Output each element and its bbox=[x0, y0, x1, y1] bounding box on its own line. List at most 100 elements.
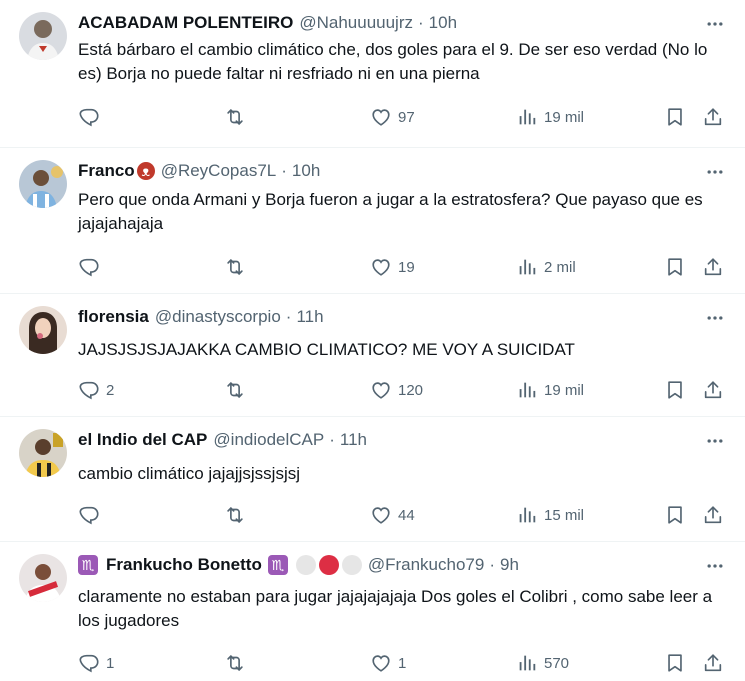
heart-icon bbox=[370, 504, 392, 526]
timestamp[interactable]: 10h bbox=[429, 13, 457, 33]
tweet[interactable]: ACABADAM POLENTEIRO @Nahuuuuujrz · 10h E… bbox=[0, 0, 745, 148]
share-button[interactable] bbox=[702, 105, 724, 129]
reply-button[interactable] bbox=[78, 255, 106, 279]
bookmark-button[interactable] bbox=[664, 651, 686, 675]
views-icon bbox=[516, 379, 538, 401]
view-count: 2 mil bbox=[544, 258, 576, 276]
separator: · bbox=[285, 307, 292, 326]
more-options-icon[interactable] bbox=[705, 556, 725, 576]
repost-icon bbox=[224, 256, 246, 278]
share-icon bbox=[702, 106, 724, 128]
tweet-text: JAJSJSJSJAJAKKA CAMBIO CLIMATICO? ME VOY… bbox=[78, 340, 575, 359]
views-icon bbox=[516, 652, 538, 674]
display-name[interactable]: Franco bbox=[78, 161, 135, 181]
timestamp[interactable]: 9h bbox=[500, 555, 519, 575]
more-options-icon[interactable] bbox=[705, 308, 725, 328]
display-name[interactable]: florensia bbox=[78, 307, 149, 327]
share-button[interactable] bbox=[702, 255, 724, 279]
tweet-text: Pero que onda Armani y Borja fueron a ju… bbox=[78, 190, 703, 233]
more-options-icon[interactable] bbox=[705, 431, 725, 451]
tweet[interactable]: Franco ᴥ @ReyCopas7L · 10h Pero que onda… bbox=[0, 148, 745, 294]
user-handle[interactable]: @Frankucho79 bbox=[368, 555, 485, 575]
views-button[interactable]: 15 mil bbox=[516, 503, 584, 527]
separator: · bbox=[329, 430, 335, 449]
more-options-icon[interactable] bbox=[705, 14, 725, 34]
repost-button[interactable] bbox=[224, 503, 252, 527]
avatar[interactable] bbox=[19, 554, 67, 602]
timestamp[interactable]: 10h bbox=[292, 161, 320, 181]
avatar[interactable] bbox=[19, 12, 67, 60]
reply-button[interactable]: 1 bbox=[78, 651, 114, 675]
tweet-text: cambio climático jajajjsjssjsjsj bbox=[78, 464, 300, 483]
repost-button[interactable] bbox=[224, 255, 252, 279]
reply-icon bbox=[78, 106, 100, 128]
repost-button[interactable] bbox=[224, 105, 252, 129]
share-button[interactable] bbox=[702, 378, 724, 402]
share-icon bbox=[702, 256, 724, 278]
repost-icon bbox=[224, 379, 246, 401]
action-bar: 19 2 mil bbox=[78, 255, 725, 279]
action-bar: 44 15 mil bbox=[78, 503, 725, 527]
views-button[interactable]: 570 bbox=[516, 651, 569, 675]
bookmark-button[interactable] bbox=[664, 105, 686, 129]
tweet-text: claramente no estaban para jugar jajajaj… bbox=[78, 587, 713, 630]
bookmark-icon bbox=[664, 106, 686, 128]
bookmark-button[interactable] bbox=[664, 255, 686, 279]
like-button[interactable]: 120 bbox=[370, 378, 423, 402]
user-handle[interactable]: @Nahuuuuujrz bbox=[299, 13, 413, 33]
avatar[interactable] bbox=[19, 160, 67, 208]
heart-icon bbox=[370, 256, 392, 278]
repost-icon bbox=[224, 504, 246, 526]
more-options-icon[interactable] bbox=[705, 162, 725, 182]
tweet[interactable]: el Indio del CAP @indiodelCAP · 11h camb… bbox=[0, 417, 745, 542]
reply-button[interactable]: 2 bbox=[78, 378, 114, 402]
views-icon bbox=[516, 106, 538, 128]
like-button[interactable]: 44 bbox=[370, 503, 415, 527]
views-button[interactable]: 2 mil bbox=[516, 255, 576, 279]
bookmark-button[interactable] bbox=[664, 503, 686, 527]
bookmark-icon bbox=[664, 379, 686, 401]
reply-button[interactable] bbox=[78, 503, 106, 527]
avatar[interactable] bbox=[19, 429, 67, 477]
view-count: 19 mil bbox=[544, 381, 585, 399]
reply-icon bbox=[78, 504, 100, 526]
bookmark-button[interactable] bbox=[664, 378, 686, 402]
views-button[interactable]: 19 mil bbox=[516, 378, 584, 402]
display-name[interactable]: el Indio del CAP bbox=[78, 430, 207, 450]
display-name[interactable]: Frankucho Bonetto bbox=[106, 555, 262, 575]
bookmark-icon bbox=[664, 652, 686, 674]
reply-icon bbox=[78, 256, 100, 278]
share-icon bbox=[702, 652, 724, 674]
timestamp[interactable]: 11h bbox=[340, 430, 367, 450]
heart-icon bbox=[370, 106, 392, 128]
tweet[interactable]: florensia @dinastyscorpio · 11h JAJSJSJS… bbox=[0, 294, 745, 417]
like-button[interactable]: 1 bbox=[370, 651, 406, 675]
like-count: 19 bbox=[398, 258, 415, 276]
separator: · bbox=[489, 555, 496, 574]
views-icon bbox=[516, 504, 538, 526]
share-button[interactable] bbox=[702, 651, 724, 675]
tweet-text: Está bárbaro el cambio climático che, do… bbox=[78, 40, 708, 83]
scorpio-emoji-icon: ♏ bbox=[78, 555, 98, 575]
like-button[interactable]: 97 bbox=[370, 105, 415, 129]
share-button[interactable] bbox=[702, 503, 724, 527]
like-count: 44 bbox=[398, 506, 415, 524]
white-circle-icon bbox=[341, 555, 362, 575]
views-button[interactable]: 19 mil bbox=[516, 105, 584, 129]
timestamp[interactable]: 11h bbox=[296, 307, 323, 327]
action-bar: 2 120 19 mil bbox=[78, 378, 725, 402]
avatar[interactable] bbox=[19, 306, 67, 354]
user-handle[interactable]: @ReyCopas7L bbox=[161, 161, 277, 181]
separator: · bbox=[418, 13, 424, 32]
user-handle[interactable]: @dinastyscorpio bbox=[155, 307, 281, 327]
tweet[interactable]: ♏ Frankucho Bonetto ♏ @Frankucho79 · 9h … bbox=[0, 542, 745, 681]
reply-button[interactable] bbox=[78, 105, 106, 129]
user-handle[interactable]: @indiodelCAP bbox=[213, 430, 324, 450]
tweet-header: florensia @dinastyscorpio · 11h bbox=[78, 305, 685, 329]
repost-button[interactable] bbox=[224, 651, 252, 675]
view-count: 570 bbox=[544, 654, 570, 672]
repost-button[interactable] bbox=[224, 378, 252, 402]
display-name[interactable]: ACABADAM POLENTEIRO bbox=[78, 13, 293, 33]
reply-count: 2 bbox=[106, 381, 115, 399]
like-button[interactable]: 19 bbox=[370, 255, 415, 279]
